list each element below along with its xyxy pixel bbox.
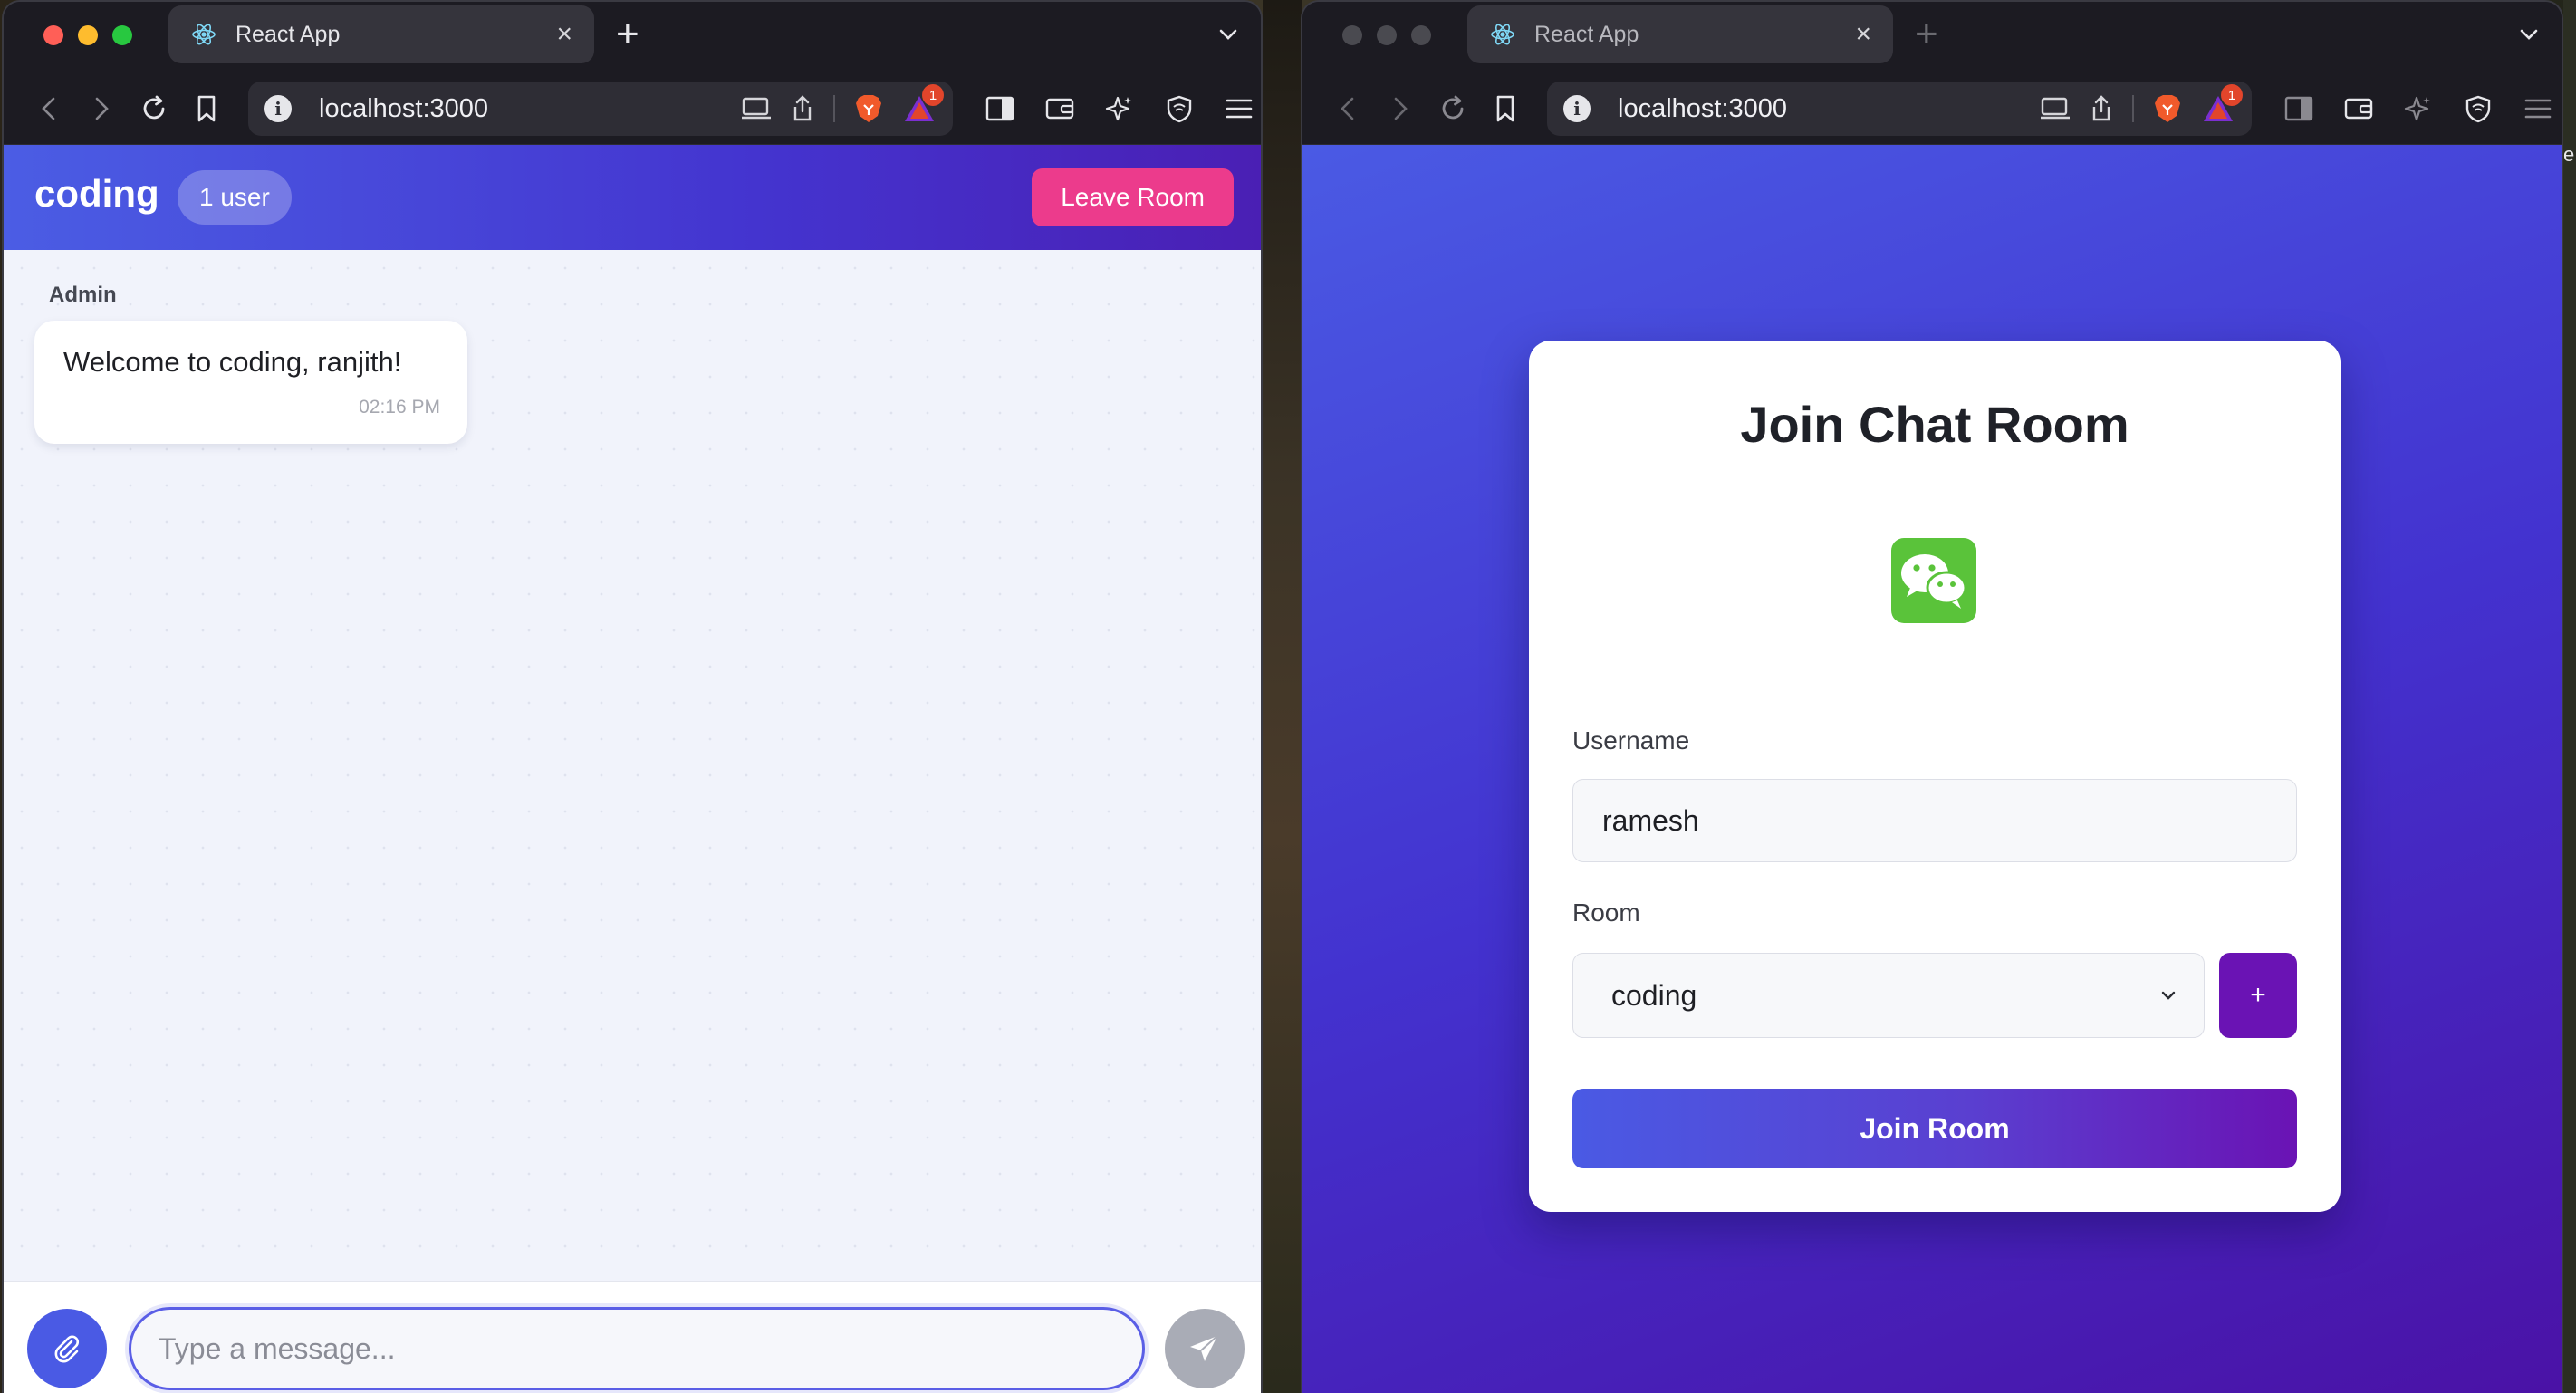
tab-title: React App [1534, 21, 1639, 47]
reload-icon[interactable] [1435, 91, 1471, 127]
attach-button[interactable] [27, 1309, 107, 1388]
message-composer [4, 1281, 1261, 1393]
info-icon[interactable]: i [1563, 95, 1591, 122]
browser-window-left: React App × + i localhost:3000 1 coding … [2, 0, 1263, 1393]
desktop-background [1263, 0, 1302, 1393]
room-select-value: coding [1611, 978, 1697, 1012]
sidebar-icon[interactable] [2281, 91, 2317, 127]
leo-ai-icon[interactable] [2400, 91, 2437, 127]
url-text: localhost:3000 [319, 93, 489, 123]
wallet-icon[interactable] [2341, 91, 2377, 127]
browser-window-right: React App × + i localhost:3000 1 Join Ch… [1301, 0, 2563, 1393]
forward-icon[interactable] [1382, 91, 1418, 127]
sidebar-icon[interactable] [982, 91, 1018, 127]
chevron-down-icon[interactable] [2514, 20, 2543, 49]
close-window-button[interactable] [1342, 25, 1362, 45]
join-card: Join Chat Room Username Room coding [1529, 341, 2341, 1212]
window-controls [1342, 25, 1431, 45]
chevron-down-icon[interactable] [1214, 20, 1243, 49]
message-text: Welcome to coding, ranjith! [63, 346, 402, 378]
username-label: Username [1572, 726, 1690, 754]
message-timestamp: 02:16 PM [359, 397, 440, 418]
plus-icon[interactable]: + [1915, 13, 1938, 56]
join-page-background: Join Chat Room Username Room coding [1302, 145, 2562, 1393]
add-room-button[interactable]: + [2219, 953, 2297, 1038]
room-label: Room [1572, 898, 1640, 927]
desktop-background-right [2563, 0, 2576, 1393]
address-toolbar: i localhost:3000 1 [1302, 71, 2562, 145]
address-toolbar: i localhost:3000 1 [4, 71, 1261, 145]
notification-badge: 1 [2221, 84, 2243, 106]
zoom-window-button[interactable] [1411, 25, 1431, 45]
send-button[interactable] [1165, 1309, 1245, 1388]
message-list: Admin Welcome to coding, ranjith! 02:16 … [4, 250, 1261, 1281]
window-controls [43, 25, 132, 45]
react-icon [192, 24, 216, 45]
share-icon[interactable] [790, 94, 815, 123]
forward-icon[interactable] [83, 91, 120, 127]
address-bar[interactable]: i localhost:3000 1 [1547, 82, 2252, 136]
page-title: Join Chat Room [1740, 396, 2129, 453]
info-icon[interactable]: i [264, 95, 292, 122]
vpn-icon[interactable] [2460, 91, 2496, 127]
message-bubble: Welcome to coding, ranjith! 02:16 PM [34, 321, 467, 444]
desktop-edge-text: e [2563, 143, 2575, 166]
close-icon[interactable]: × [556, 21, 572, 48]
reload-icon[interactable] [136, 91, 172, 127]
brave-shields-icon[interactable] [853, 92, 884, 125]
bookmark-icon[interactable] [1487, 91, 1523, 127]
paperclip-icon [54, 1335, 79, 1363]
brave-rewards-icon[interactable]: 1 [902, 84, 944, 124]
chat-header: coding 1 user Leave Room [4, 145, 1261, 250]
username-input[interactable] [1572, 779, 2297, 862]
join-room-button[interactable]: Join Room [1572, 1089, 2297, 1168]
address-bar[interactable]: i localhost:3000 1 [248, 82, 953, 136]
cast-icon[interactable] [741, 95, 772, 122]
browser-tab[interactable]: React App × [168, 5, 594, 63]
react-icon [1491, 24, 1514, 45]
wechat-icon [1891, 538, 1976, 623]
minimize-window-button[interactable] [78, 25, 98, 45]
send-icon [1190, 1335, 1218, 1361]
tab-title: React App [235, 21, 341, 47]
brave-rewards-icon[interactable]: 1 [2201, 84, 2243, 124]
tab-strip: React App × + [1302, 2, 2562, 71]
wallet-icon[interactable] [1042, 91, 1078, 127]
browser-tab[interactable]: React App × [1467, 5, 1893, 63]
back-icon[interactable] [1330, 91, 1366, 127]
share-icon[interactable] [2089, 94, 2114, 123]
toolbar-separator [833, 95, 835, 122]
leo-ai-icon[interactable] [1101, 91, 1138, 127]
message-sender: Admin [49, 283, 117, 307]
notification-badge: 1 [922, 84, 944, 106]
close-icon[interactable]: × [1855, 21, 1871, 48]
cast-icon[interactable] [2040, 95, 2071, 122]
room-name: coding [34, 172, 159, 215]
vpn-icon[interactable] [1161, 91, 1197, 127]
minimize-window-button[interactable] [1377, 25, 1397, 45]
menu-icon[interactable] [2520, 91, 2556, 127]
toolbar-separator [2132, 95, 2134, 122]
tab-strip: React App × + [4, 2, 1261, 71]
room-select[interactable]: coding [1572, 953, 2205, 1038]
leave-room-button[interactable]: Leave Room [1032, 168, 1234, 226]
chevron-down-icon [2161, 991, 2176, 1000]
bookmark-icon[interactable] [188, 91, 225, 127]
zoom-window-button[interactable] [112, 25, 132, 45]
close-window-button[interactable] [43, 25, 63, 45]
menu-icon[interactable] [1221, 91, 1257, 127]
url-text: localhost:3000 [1618, 93, 1788, 123]
brave-shields-icon[interactable] [2152, 92, 2183, 125]
user-count-badge: 1 user [178, 170, 292, 225]
back-icon[interactable] [31, 91, 67, 127]
message-input[interactable] [129, 1307, 1145, 1390]
plus-icon[interactable]: + [616, 13, 639, 56]
